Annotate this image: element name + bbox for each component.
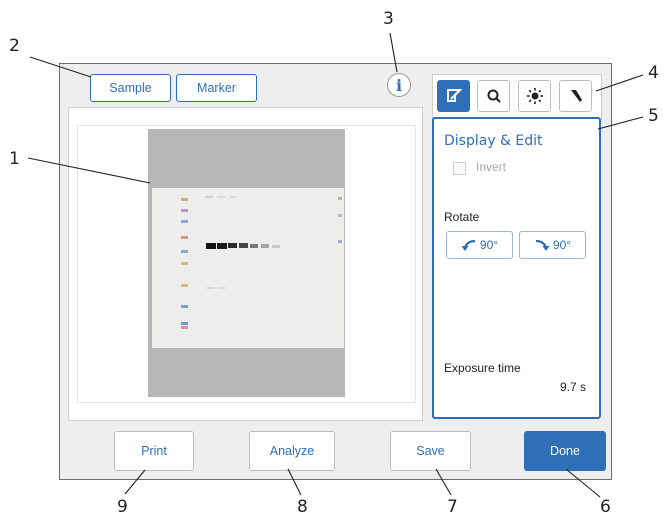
sample-band (239, 243, 248, 248)
print-label: Print (141, 444, 167, 458)
done-label: Done (550, 444, 580, 458)
done-button[interactable]: Done (524, 431, 606, 471)
print-button[interactable]: Print (114, 431, 194, 471)
marker-pen-icon (570, 90, 582, 102)
callout-2: 2 (9, 36, 20, 56)
rotate-left-button[interactable]: 90° (446, 231, 513, 259)
faint-band (218, 287, 226, 289)
rotate-right-icon (535, 239, 550, 251)
rotate-right-button[interactable]: 90° (519, 231, 586, 259)
exposure-value: 9.7 s (560, 380, 587, 394)
tool-tab-zoom[interactable] (477, 80, 510, 112)
callout-6: 6 (600, 497, 611, 517)
sample-band (206, 243, 216, 249)
edge-mark (338, 197, 342, 200)
exposure-label: Exposure time (444, 361, 521, 375)
edge-mark (338, 240, 342, 243)
sample-band (228, 243, 237, 248)
rotate-label: Rotate (444, 210, 480, 224)
analyze-label: Analyze (269, 444, 315, 458)
rotate-left-icon (461, 239, 475, 251)
ladder-band (181, 198, 188, 201)
sample-band (261, 244, 269, 248)
tool-tab-edit[interactable] (437, 80, 470, 112)
ladder-band (181, 305, 188, 308)
brightness-icon (526, 88, 543, 104)
ladder-band (181, 322, 188, 325)
edge-mark (338, 214, 342, 217)
analyze-button[interactable]: Analyze (249, 431, 335, 471)
faint-band (217, 196, 225, 198)
callout-3: 3 (383, 9, 394, 29)
callout-8: 8 (297, 497, 308, 517)
rotate-left-label: 90° (479, 238, 499, 252)
invert-label: Invert (476, 160, 507, 174)
faint-band (229, 196, 237, 198)
panel-title: Display & Edit (444, 133, 543, 149)
callout-5: 5 (648, 106, 659, 126)
sample-band (250, 244, 258, 248)
faint-band (205, 196, 213, 198)
save-button[interactable]: Save (390, 431, 471, 471)
ladder-band (181, 262, 188, 265)
callout-1: 1 (9, 149, 20, 169)
tool-tab-brightness[interactable] (518, 80, 551, 112)
edit-icon (446, 89, 462, 102)
invert-checkbox[interactable] (453, 162, 466, 175)
callout-7: 7 (447, 497, 458, 517)
faint-band (207, 287, 215, 289)
save-label: Save (416, 444, 445, 458)
sample-band (217, 243, 227, 249)
rotate-right-label: 90° (552, 238, 572, 252)
ladder-band (181, 326, 188, 329)
callout-4: 4 (648, 63, 659, 83)
ladder-band (181, 284, 188, 287)
tool-tab-marker[interactable] (559, 80, 592, 112)
callout-9: 9 (117, 497, 128, 517)
ladder-band (181, 250, 188, 253)
sample-band (272, 245, 280, 248)
ladder-band (181, 236, 188, 239)
ladder-band (181, 209, 188, 212)
ladder-band (181, 220, 188, 223)
zoom-icon (487, 89, 501, 103)
